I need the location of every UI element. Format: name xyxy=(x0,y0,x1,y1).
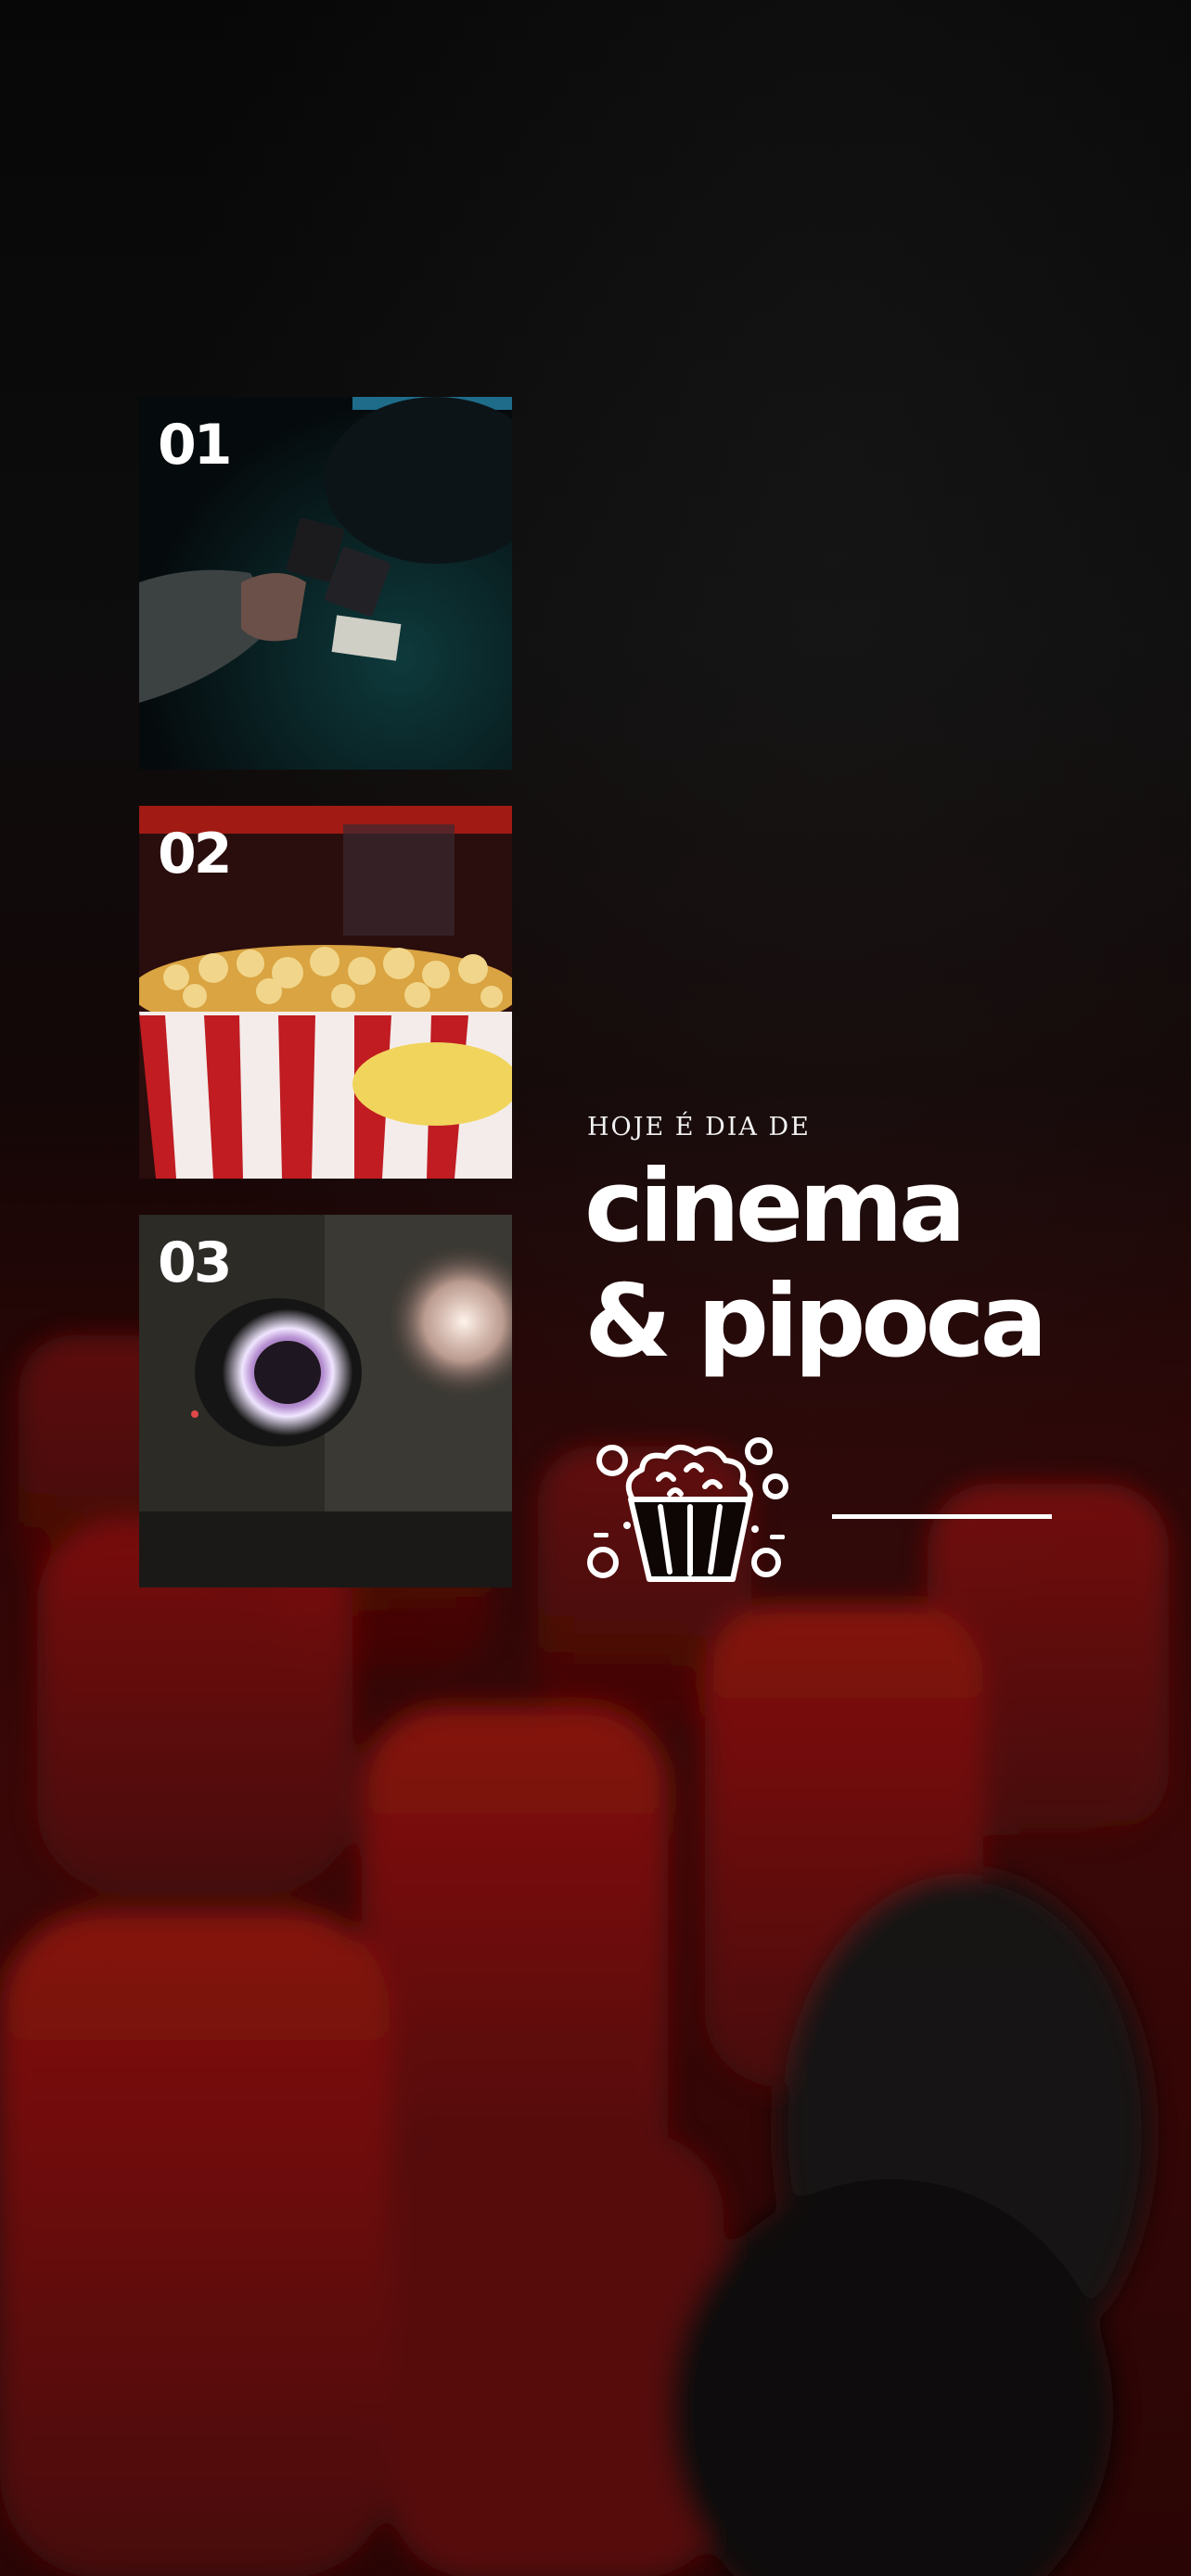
headline-line-1: cinema xyxy=(584,1149,967,1265)
divider-line xyxy=(832,1514,1052,1519)
poster: 01 02 03 HOJE É DIA DE cinema & pipoca xyxy=(0,0,1191,2576)
headline-line-2: & pipoca xyxy=(584,1264,1048,1380)
popcorn-bucket-icon xyxy=(587,1437,788,1582)
headline-kicker: HOJE É DIA DE xyxy=(587,1113,811,1141)
step-photo-projector: 03 xyxy=(139,1215,512,1588)
headline-title: cinema & pipoca xyxy=(584,1149,1048,1380)
step-number: 03 xyxy=(158,1231,232,1295)
step-photo-popcorn: 02 xyxy=(139,806,512,1179)
step-number: 01 xyxy=(158,413,232,478)
step-number: 02 xyxy=(158,822,232,886)
step-photo-tickets: 01 xyxy=(139,397,512,770)
